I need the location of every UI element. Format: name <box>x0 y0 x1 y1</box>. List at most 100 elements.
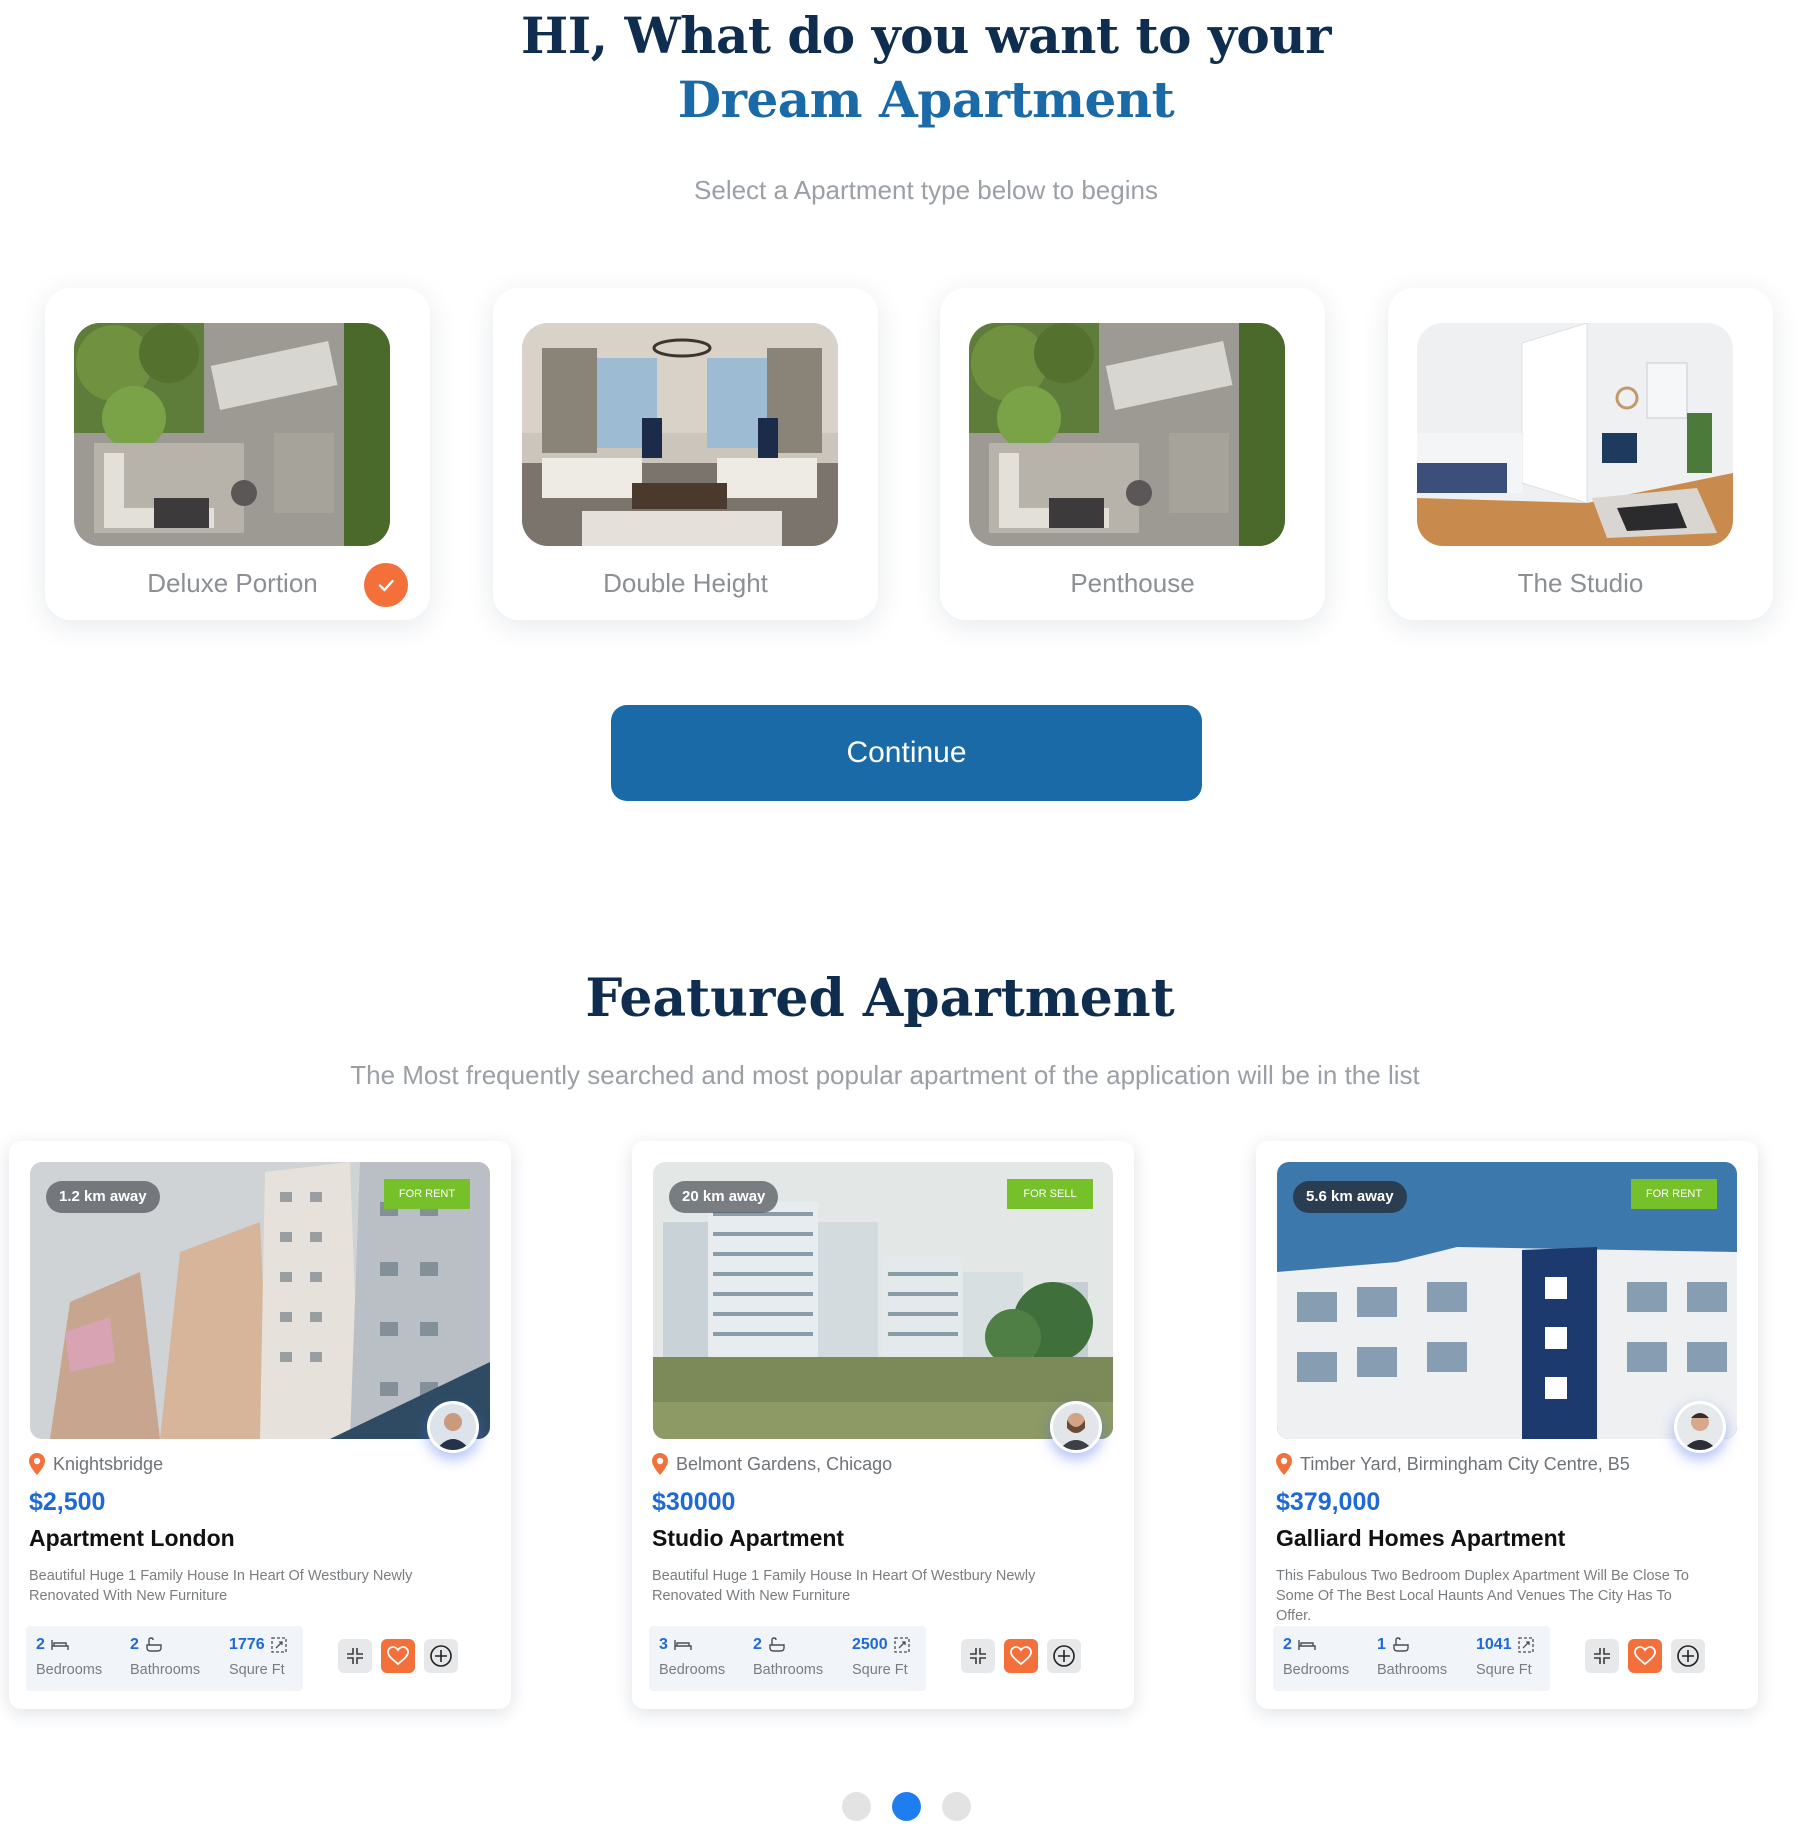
property-card[interactable]: 20 km away FOR SELL Belmont Gardens, Chi… <box>632 1141 1134 1709</box>
property-image: 5.6 km away FOR RENT <box>1277 1162 1737 1439</box>
compare-button[interactable] <box>338 1639 372 1673</box>
stats-box: 2 Bedrooms 1 Bathrooms 1041 Squre Ft <box>1273 1626 1550 1691</box>
sqft-count: 2500 <box>852 1636 888 1653</box>
property-title[interactable]: Apartment London <box>29 1525 235 1552</box>
type-card-double-height[interactable]: Double Height <box>493 288 878 620</box>
distance-badge: 1.2 km away <box>46 1181 160 1213</box>
price: $30000 <box>652 1488 736 1516</box>
property-title[interactable]: Galliard Homes Apartment <box>1276 1525 1565 1552</box>
bathrooms-count: 1 <box>1377 1636 1386 1653</box>
price: $2,500 <box>29 1488 106 1516</box>
area-icon <box>1517 1637 1534 1653</box>
pagination-dot-2[interactable] <box>892 1792 921 1821</box>
agent-avatar[interactable] <box>427 1401 479 1453</box>
bathrooms-label: Bathrooms <box>1377 1662 1448 1678</box>
stats-box: 3 Bedrooms 2 Bathrooms 2500 Squre Ft <box>649 1626 926 1691</box>
continue-button[interactable]: Continue <box>611 705 1202 801</box>
favorite-button[interactable] <box>1628 1639 1662 1673</box>
agent-avatar[interactable] <box>1050 1401 1102 1453</box>
distance-badge: 5.6 km away <box>1293 1181 1407 1213</box>
area-icon <box>270 1637 287 1653</box>
bathrooms-label: Bathrooms <box>753 1662 824 1678</box>
location-pin-icon <box>29 1453 45 1475</box>
location-text: Belmont Gardens, Chicago <box>676 1453 893 1474</box>
add-button[interactable] <box>424 1639 458 1673</box>
bath-icon <box>146 1637 162 1652</box>
status-tag: FOR RENT <box>1631 1179 1717 1209</box>
heart-icon <box>1010 1646 1032 1666</box>
plus-circle-icon <box>430 1645 452 1667</box>
plus-circle-icon <box>1053 1645 1075 1667</box>
compare-button[interactable] <box>961 1639 995 1673</box>
type-label: Double Height <box>603 568 768 598</box>
type-card-the-studio[interactable]: The Studio <box>1388 288 1773 620</box>
status-tag: FOR RENT <box>384 1179 470 1209</box>
property-image: 20 km away FOR SELL <box>653 1162 1113 1439</box>
agent-avatar[interactable] <box>1674 1401 1726 1453</box>
type-image-penthouse <box>969 323 1285 546</box>
favorite-button[interactable] <box>381 1639 415 1673</box>
location-text: Timber Yard, Birmingham City Centre, B5 <box>1300 1453 1630 1474</box>
add-button[interactable] <box>1047 1639 1081 1673</box>
type-label: The Studio <box>1517 568 1644 598</box>
type-image-double-height <box>522 323 838 546</box>
bedrooms-count: 3 <box>659 1636 668 1653</box>
bathrooms-label: Bathrooms <box>130 1662 201 1678</box>
sqft-count: 1041 <box>1476 1636 1512 1653</box>
property-description: This Fabulous Two Bedroom Duplex Apartme… <box>1276 1568 1689 1624</box>
hero-title-line2: Dream Apartment <box>677 70 1175 129</box>
pagination-dot-1[interactable] <box>842 1792 871 1821</box>
price: $379,000 <box>1276 1488 1381 1516</box>
location-row: Timber Yard, Birmingham City Centre, B5 <box>1276 1452 1630 1476</box>
compare-icon <box>347 1648 363 1664</box>
distance-badge: 20 km away <box>669 1181 779 1213</box>
property-title[interactable]: Studio Apartment <box>652 1525 844 1552</box>
compare-button[interactable] <box>1585 1639 1619 1673</box>
bath-icon <box>1393 1637 1409 1652</box>
bed-icon <box>1298 1640 1316 1650</box>
property-card[interactable]: 5.6 km away FOR RENT Timber Yard, Birmin… <box>1256 1141 1758 1709</box>
featured-subtitle: The Most frequently searched and most po… <box>350 1060 1420 1090</box>
bedrooms-label: Bedrooms <box>36 1662 103 1678</box>
hero-subtitle: Select a Apartment type below to begins <box>694 175 1158 205</box>
featured-title: Featured Apartment <box>585 968 1175 1029</box>
property-description: Beautiful Huge 1 Family House In Heart O… <box>29 1568 413 1604</box>
stats-box: 2 Bedrooms 2 Bathrooms 1776 Squre Ft <box>26 1626 303 1691</box>
check-icon <box>364 563 408 607</box>
sqft-count: 1776 <box>229 1636 265 1653</box>
favorite-button[interactable] <box>1004 1639 1038 1673</box>
location-row: Belmont Gardens, Chicago <box>652 1452 892 1476</box>
property-image: 1.2 km away FOR RENT <box>30 1162 490 1439</box>
sqft-label: Squre Ft <box>229 1662 285 1678</box>
type-label: Penthouse <box>1070 568 1195 598</box>
bedrooms-label: Bedrooms <box>659 1662 726 1678</box>
location-row: Knightsbridge <box>29 1452 163 1476</box>
bedrooms-count: 2 <box>1283 1636 1292 1653</box>
location-text: Knightsbridge <box>53 1453 164 1474</box>
type-image-deluxe-portion <box>74 323 390 546</box>
bedrooms-count: 2 <box>36 1636 45 1653</box>
plus-circle-icon <box>1677 1645 1699 1667</box>
area-icon <box>893 1637 910 1653</box>
heart-icon <box>387 1646 409 1666</box>
property-card[interactable]: 1.2 km away FOR RENT Knightsbridge $2,50… <box>9 1141 511 1709</box>
status-tag: FOR SELL <box>1007 1179 1093 1209</box>
property-description: Beautiful Huge 1 Family House In Heart O… <box>652 1568 1036 1604</box>
type-card-penthouse[interactable]: Penthouse <box>940 288 1325 620</box>
type-card-deluxe-portion[interactable]: Deluxe Portion <box>45 288 430 620</box>
add-button[interactable] <box>1671 1639 1705 1673</box>
compare-icon <box>1594 1648 1610 1664</box>
bedrooms-label: Bedrooms <box>1283 1662 1350 1678</box>
sqft-label: Squre Ft <box>1476 1662 1532 1678</box>
location-pin-icon <box>1276 1453 1292 1475</box>
location-pin-icon <box>652 1453 668 1475</box>
bed-icon <box>674 1640 692 1650</box>
sqft-label: Squre Ft <box>852 1662 908 1678</box>
bath-icon <box>769 1637 785 1652</box>
pagination-dot-3[interactable] <box>942 1792 971 1821</box>
compare-icon <box>970 1648 986 1664</box>
bed-icon <box>51 1640 69 1650</box>
heart-icon <box>1634 1646 1656 1666</box>
hero-title-line1: HI, What do you want to your <box>521 6 1331 65</box>
bathrooms-count: 2 <box>130 1636 139 1653</box>
